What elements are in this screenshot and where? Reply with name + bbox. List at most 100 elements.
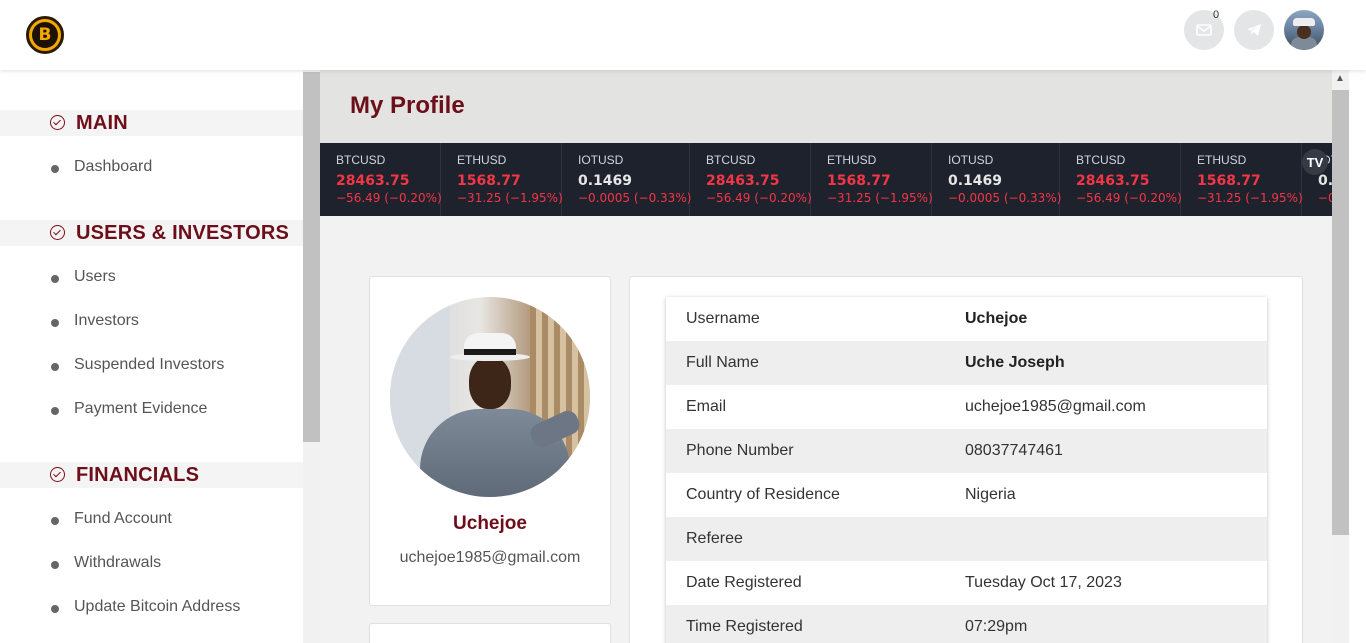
table-row: Time Registered 07:29pm — [666, 605, 1267, 643]
section-title: FINANCIALS — [76, 463, 200, 486]
detail-label: Full Name — [686, 354, 759, 371]
sidebar-item-label: Users — [74, 268, 116, 285]
scroll-up-arrow-icon[interactable]: ▲ — [1335, 73, 1345, 84]
ticker-symbol: IOTUSD — [578, 153, 624, 167]
profile-name: Uchejoe — [453, 513, 527, 534]
detail-value: Uche Joseph — [965, 354, 1065, 371]
page-scrollbar[interactable]: ▲ — [1332, 70, 1349, 643]
mail-count-badge: 0 — [1213, 9, 1220, 21]
top-bar: B 0 — [0, 0, 1366, 70]
page-header: My Profile — [320, 70, 1332, 143]
sidebar-item-dashboard[interactable]: Dashboard — [0, 153, 303, 183]
secondary-card — [369, 623, 611, 643]
sidebar-item-fund-account[interactable]: Fund Account — [0, 505, 303, 535]
page-scrollbar-thumb[interactable] — [1332, 90, 1349, 535]
sidebar-item-label: Investors — [74, 312, 139, 329]
bullet-icon — [51, 407, 59, 415]
sidebar-item-users[interactable]: Users — [0, 263, 303, 293]
main-content: My Profile BTCUSD 28463.75 −56.49 (−0.20%)… — [320, 70, 1332, 643]
check-circle-icon — [50, 467, 65, 482]
page-title: My Profile — [350, 92, 465, 119]
detail-label: Country of Residence — [686, 486, 840, 503]
table-row: Referee — [666, 517, 1267, 561]
ticker-symbol: ETHUSD — [1197, 153, 1247, 167]
detail-value: 08037747461 — [965, 442, 1063, 459]
ticker-symbol: BTCUSD — [336, 153, 386, 167]
ticker-change: −0.0005 (−0.33%) — [578, 191, 692, 205]
ticker-price: 28463.75 — [1076, 173, 1150, 189]
check-circle-icon — [50, 115, 65, 130]
right-gutter — [1349, 70, 1366, 643]
ticker-change: −31.25 (−1.95%) — [827, 191, 933, 205]
ticker-price: 0.1469 — [1318, 173, 1332, 189]
ticker-change: −31.25 (−1.95%) — [457, 191, 563, 205]
sidebar-item-investors[interactable]: Investors — [0, 307, 303, 337]
bullet-icon — [51, 165, 59, 173]
table-row: Email uchejoe1985@gmail.com — [666, 385, 1267, 429]
detail-label: Date Registered — [686, 574, 802, 591]
ticker-symbol: IOTUSD — [948, 153, 994, 167]
ticker-price: 28463.75 — [706, 173, 780, 189]
sidebar-item-withdrawals[interactable]: Withdrawals — [0, 549, 303, 579]
logo-letter: B — [32, 22, 58, 48]
check-circle-icon — [50, 225, 65, 240]
ticker-change: −31.25 (−1.95%) — [1197, 191, 1303, 205]
ticker-item[interactable]: ETHUSD 1568.77 −31.25 (−1.95%) — [441, 143, 563, 216]
sidebar-item-update-bitcoin-address[interactable]: Update Bitcoin Address — [0, 593, 303, 623]
sidebar-section-financials: FINANCIALS — [0, 462, 303, 488]
detail-label: Time Registered — [686, 618, 803, 635]
table-row: Country of Residence Nigeria — [666, 473, 1267, 517]
ticker-symbol: BTCUSD — [1076, 153, 1126, 167]
bullet-icon — [51, 275, 59, 283]
sidebar-item-suspended-investors[interactable]: Suspended Investors — [0, 351, 303, 381]
ticker-item[interactable]: IOTUSD 0.1469 −0.0005 (−0.33%) — [562, 143, 692, 216]
profile-email: uchejoe1985@gmail.com — [399, 549, 581, 566]
ticker-item[interactable]: ETHUSD 1568.77 −31.25 (−1.95%) — [1181, 143, 1303, 216]
sidebar: MAIN Dashboard USERS & INVESTORS Users I… — [0, 70, 320, 643]
ticker-item[interactable]: ETHUSD 1568.77 −31.25 (−1.95%) — [811, 143, 933, 216]
ticker-item[interactable]: BTCUSD 28463.75 −56.49 (−0.20%) — [1060, 143, 1182, 216]
sidebar-section-users-investors: USERS & INVESTORS — [0, 220, 303, 246]
detail-label: Email — [686, 398, 727, 415]
ticker-change: −0.0005 (−0.33%) — [948, 191, 1062, 205]
table-row: Date Registered Tuesday Oct 17, 2023 — [666, 561, 1267, 605]
detail-label: Referee — [686, 530, 743, 547]
ticker-item[interactable]: IOTUSD 0.1469 −0.0005 (−0.33%) — [932, 143, 1062, 216]
sidebar-item-label: Payment Evidence — [74, 400, 208, 417]
detail-value: Tuesday Oct 17, 2023 — [965, 574, 1122, 591]
sidebar-item-label: Update Bitcoin Address — [74, 598, 241, 615]
ticker-change: −56.49 (−0.20%) — [1076, 191, 1182, 205]
bullet-icon — [51, 605, 59, 613]
telegram-icon[interactable] — [1234, 10, 1274, 50]
bullet-icon — [51, 561, 59, 569]
section-title: MAIN — [76, 111, 128, 134]
ticker-change: −56.49 (−0.20%) — [336, 191, 442, 205]
sidebar-scrollbar[interactable] — [303, 70, 320, 643]
sidebar-item-label: Fund Account — [74, 510, 172, 527]
ticker-symbol: BTCUSD — [706, 153, 756, 167]
detail-value: 07:29pm — [965, 618, 1028, 635]
ticker-price: 0.1469 — [578, 173, 633, 189]
bullet-icon — [51, 319, 59, 327]
sidebar-item-payment-evidence[interactable]: Payment Evidence — [0, 395, 303, 425]
user-avatar[interactable] — [1284, 10, 1324, 50]
ticker-price: 1568.77 — [1197, 173, 1261, 189]
sidebar-scrollbar-thumb[interactable] — [303, 72, 320, 442]
tradingview-logo-icon[interactable]: TV — [1302, 149, 1328, 175]
table-row: Username Uchejoe — [666, 297, 1267, 341]
profile-card: Uchejoe uchejoe1985@gmail.com — [369, 276, 611, 606]
detail-label: Username — [686, 310, 760, 327]
sidebar-item-label: Dashboard — [74, 158, 153, 175]
ticker-tape[interactable]: BTCUSD 28463.75 −56.49 (−0.20%) ETHUSD 1568.… — [320, 143, 1332, 216]
ticker-item[interactable]: BTCUSD 28463.75 −56.49 (−0.20%) — [690, 143, 812, 216]
profile-details-card: Username Uchejoe Full Name Uche Joseph Email… — [629, 276, 1303, 643]
ticker-price: 1568.77 — [827, 173, 891, 189]
bitcoin-logo-icon[interactable]: B — [26, 16, 64, 54]
profile-photo — [390, 297, 590, 497]
detail-value: uchejoe1985@gmail.com — [965, 398, 1146, 415]
ticker-price: 1568.77 — [457, 173, 521, 189]
ticker-item[interactable]: BTCUSD 28463.75 −56.49 (−0.20%) — [320, 143, 442, 216]
bullet-icon — [51, 363, 59, 371]
ticker-symbol: ETHUSD — [827, 153, 877, 167]
table-row: Phone Number 08037747461 — [666, 429, 1267, 473]
